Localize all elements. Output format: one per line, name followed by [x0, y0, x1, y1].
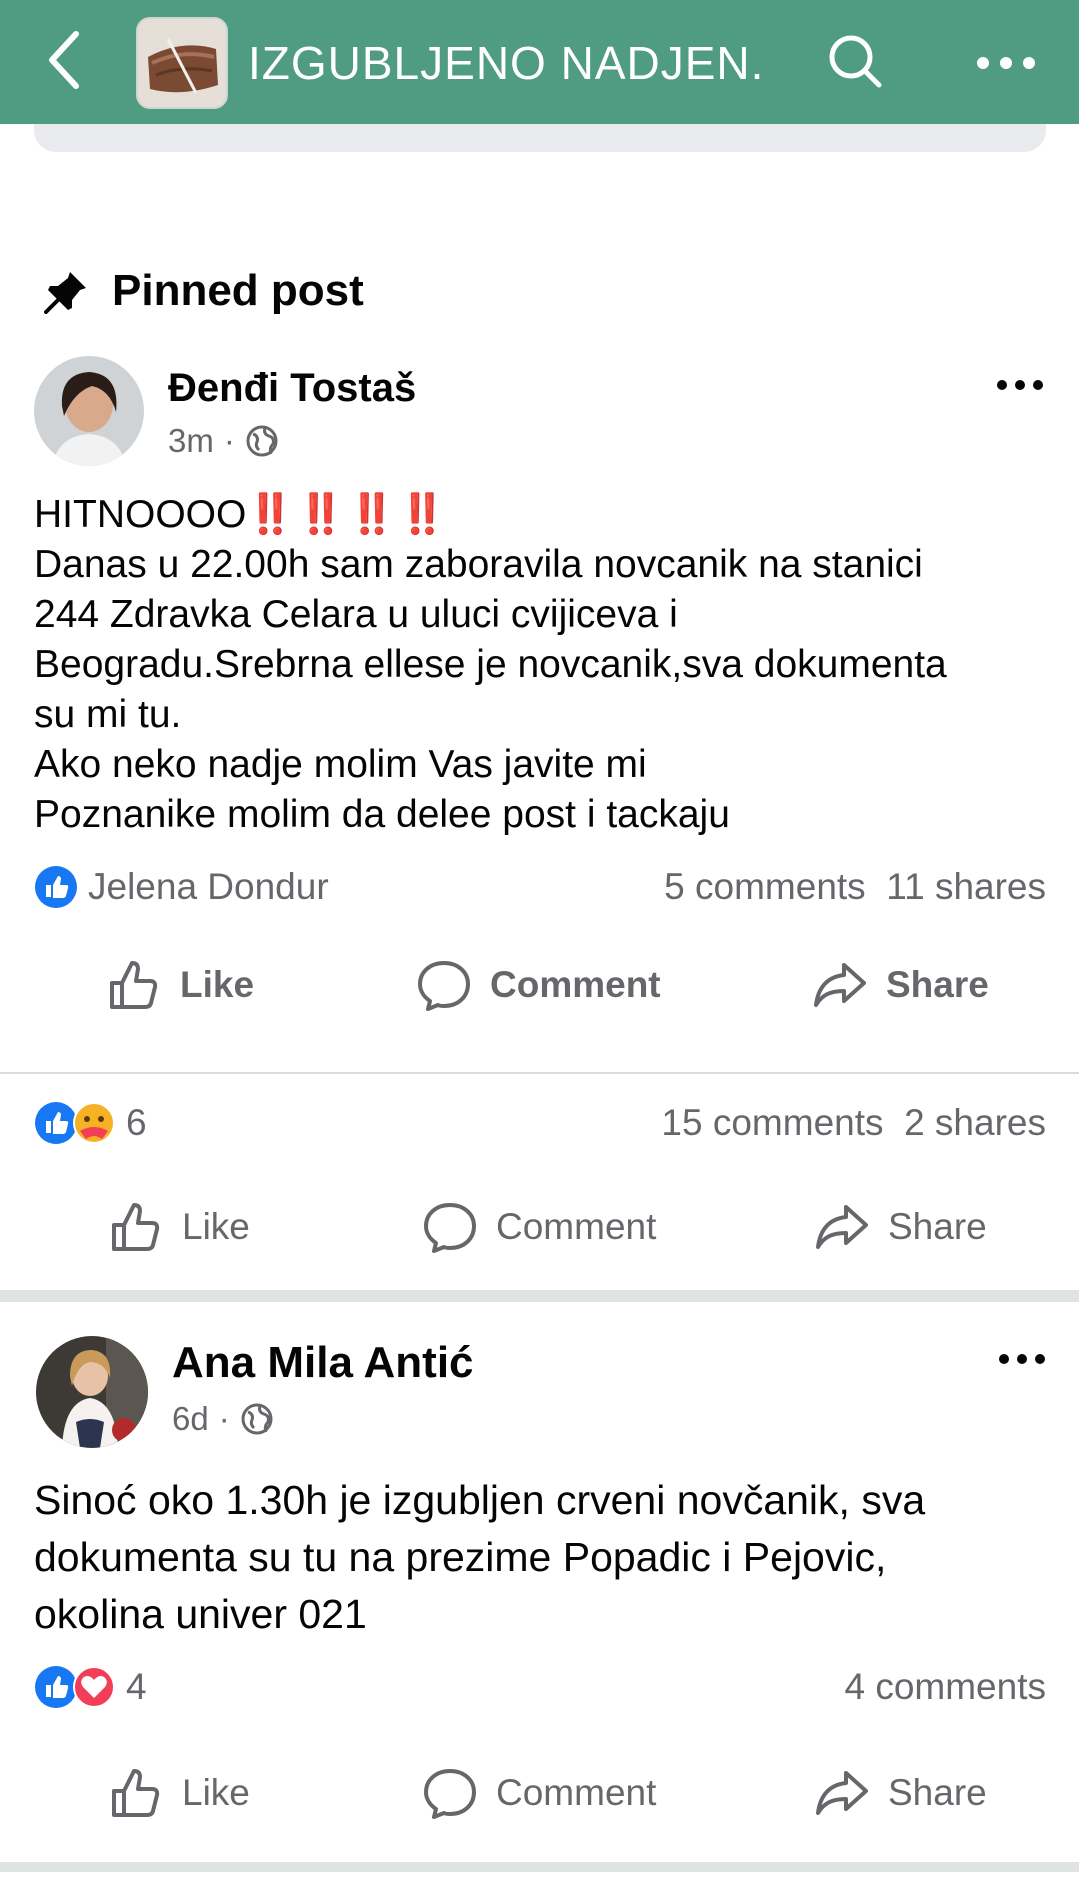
post-author-name[interactable]: Đenđi Tostaš	[168, 366, 416, 411]
author-avatar[interactable]	[36, 1336, 148, 1448]
comments-shares[interactable]: 15 comments 2 shares	[661, 1098, 1046, 1148]
globe-icon	[246, 425, 278, 457]
comment-icon	[424, 1769, 476, 1819]
pin-icon	[44, 272, 86, 314]
post-actions: Like Comment Share	[0, 950, 1079, 1020]
more-options-icon[interactable]	[976, 56, 1036, 70]
like-button[interactable]: Like	[106, 950, 254, 1020]
back-arrow-icon[interactable]	[44, 30, 84, 90]
post-stats: Jelena Dondur 5 comments 11 shares	[34, 862, 1046, 912]
post-separator	[0, 1290, 1079, 1302]
shares-count[interactable]: 2 shares	[904, 1102, 1046, 1143]
post-line: Poznanike molim da delee post i tackaju	[34, 793, 730, 836]
reactions-summary[interactable]: 4	[34, 1662, 147, 1712]
post-actions: Like Comment Share	[0, 1758, 1079, 1828]
post-body: Sinoć oko 1.30h je izgubljen crveni novč…	[34, 1472, 1044, 1643]
post-stats: 4 4 comments	[34, 1662, 1046, 1712]
care-reaction-icon	[73, 1102, 115, 1144]
comment-button[interactable]: Comment	[416, 950, 661, 1020]
comment-button[interactable]: Comment	[422, 1192, 656, 1262]
comment-label: Comment	[496, 1772, 657, 1813]
post-menu-icon[interactable]	[998, 1352, 1046, 1366]
group-title: IZGUBLJENO NADJEN...	[248, 37, 768, 89]
post-meta: 6d ·	[172, 1400, 274, 1438]
urgent-marks: ‼️‼️‼️‼️	[246, 493, 449, 536]
post-line: Beogradu.Srebrna ellese je novcanik,sva …	[34, 643, 947, 686]
like-icon	[112, 1769, 160, 1817]
composer-edge	[34, 124, 1046, 152]
share-icon	[814, 963, 866, 1007]
reactions-summary[interactable]: Jelena Dondur	[34, 862, 329, 912]
comment-button[interactable]: Comment	[422, 1758, 656, 1828]
post-line: Danas u 22.00h sam zaboravila novcanik n…	[34, 543, 923, 586]
post-line: Sinoć oko 1.30h je izgubljen crveni novč…	[34, 1477, 926, 1523]
like-label: Like	[182, 1206, 250, 1247]
shares-count[interactable]: 11 shares	[886, 866, 1046, 907]
post-line: okolina univer 021	[34, 1591, 367, 1637]
meta-separator: ·	[223, 422, 235, 459]
share-label: Share	[888, 1206, 987, 1247]
post-meta: 3m ·	[168, 422, 279, 460]
author-avatar[interactable]	[34, 356, 144, 466]
reactions-count: 6	[126, 1102, 147, 1143]
comments-shares[interactable]: 5 comments 11 shares	[664, 862, 1046, 912]
share-label: Share	[888, 1772, 987, 1813]
liked-by-name: Jelena Dondur	[88, 866, 329, 907]
like-label: Like	[182, 1772, 250, 1813]
like-button[interactable]: Like	[108, 1758, 250, 1828]
post-stats: 6 15 comments 2 shares	[34, 1098, 1046, 1148]
search-icon[interactable]	[826, 32, 884, 90]
like-reaction-icon	[35, 866, 77, 908]
like-icon	[110, 961, 158, 1009]
post-divider	[0, 1072, 1079, 1074]
share-label: Share	[886, 964, 989, 1005]
post-body: HITNOOOO‼️‼️‼️‼️ Danas u 22.00h sam zabo…	[34, 490, 1044, 840]
reactions-summary[interactable]: 6	[34, 1098, 147, 1148]
group-avatar[interactable]	[136, 17, 228, 109]
post-time[interactable]: 3m	[168, 422, 214, 460]
comments-count[interactable]: 4 comments	[844, 1666, 1046, 1707]
post-line: Ako neko nadje molim Vas javite mi	[34, 743, 647, 786]
post-author-name[interactable]: Ana Mila Antić	[172, 1338, 474, 1388]
like-button[interactable]: Like	[108, 1192, 250, 1262]
reactions-count: 4	[126, 1666, 147, 1707]
post-line: su mi tu.	[34, 693, 182, 736]
love-reaction-icon	[73, 1666, 115, 1708]
comments-count[interactable]: 15 comments	[661, 1102, 883, 1143]
comment-icon	[424, 1203, 476, 1253]
like-icon	[112, 1203, 160, 1251]
post-line: dokumenta su tu na prezime Popadic i Pej…	[34, 1534, 887, 1580]
comment-icon	[418, 961, 470, 1011]
post-time[interactable]: 6d	[172, 1400, 209, 1438]
post-menu-icon[interactable]	[996, 378, 1044, 392]
like-label: Like	[180, 964, 255, 1005]
top-bar: IZGUBLJENO NADJEN...	[0, 0, 1079, 124]
comments-count[interactable]: 5 comments	[664, 866, 866, 907]
post-line: 244 Zdravka Celara u uluci cvijiceva i	[34, 593, 678, 636]
share-button[interactable]: Share	[814, 1758, 987, 1828]
post-actions: Like Comment Share	[0, 1192, 1079, 1262]
comment-label: Comment	[490, 964, 661, 1005]
meta-separator: ·	[218, 1400, 230, 1437]
post-line: HITNOOOO	[34, 493, 247, 536]
comments-count-wrap[interactable]: 4 comments	[844, 1662, 1046, 1712]
pinned-post-label: Pinned post	[112, 266, 364, 315]
share-button[interactable]: Share	[812, 950, 989, 1020]
share-icon	[816, 1771, 868, 1815]
share-icon	[816, 1205, 868, 1249]
post-separator	[0, 1862, 1079, 1872]
globe-icon	[241, 1403, 273, 1435]
share-button[interactable]: Share	[814, 1192, 987, 1262]
comment-label: Comment	[496, 1206, 657, 1247]
